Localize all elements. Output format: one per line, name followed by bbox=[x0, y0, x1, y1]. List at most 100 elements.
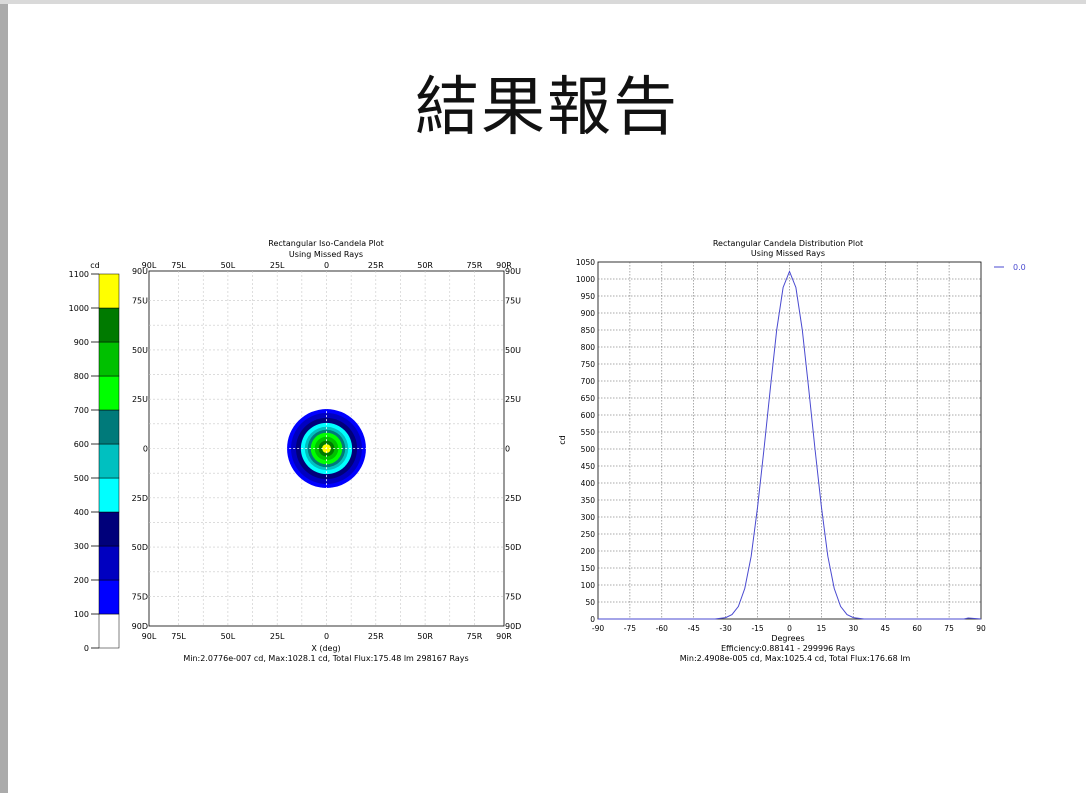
colorbar-tick-label: 700 bbox=[74, 406, 89, 415]
iso-y-tick-left-label: 50U bbox=[132, 346, 148, 355]
iso-y-tick-left-label: 50D bbox=[132, 543, 148, 552]
legend: 0.0 bbox=[994, 263, 1026, 272]
colorbar-tick-label: 800 bbox=[74, 372, 89, 381]
iso-x-tick-bottom-label: 75R bbox=[467, 632, 483, 641]
dist-y-tick-label: 400 bbox=[581, 479, 596, 488]
colorbar-band-1000 bbox=[98, 273, 120, 309]
dist-y-tick-label: 750 bbox=[581, 360, 596, 369]
dist-x-tick-label: 90 bbox=[976, 624, 986, 633]
dist-x-axis-label: Degrees bbox=[771, 634, 804, 643]
dist-y-tick-label: 350 bbox=[581, 496, 596, 505]
iso-x-tick-top-label: 50R bbox=[417, 261, 433, 270]
colorbar-tick-label: 400 bbox=[74, 508, 89, 517]
colorbar-band-600 bbox=[98, 409, 120, 445]
iso-y-tick-left-label: 75U bbox=[132, 297, 148, 306]
iso-chart-subtitle: Using Missed Rays bbox=[289, 250, 363, 259]
dist-chart-footer-efficiency: Efficiency:0.88141 - 299996 Rays bbox=[721, 644, 855, 653]
iso-x-tick-bottom-label: 90R bbox=[496, 632, 512, 641]
iso-x-ticks-bottom: 90L 75L 50L 25L 0 25R 50R 75R 90R bbox=[142, 632, 513, 641]
iso-y-tick-right-label: 50U bbox=[505, 346, 521, 355]
iso-y-tick-right-label: 25D bbox=[505, 494, 521, 503]
dist-x-ticks: -90 -75 -60 -45 -30 -15 0 15 30 45 60 75 90 bbox=[592, 624, 986, 633]
dist-y-tick-label: 600 bbox=[581, 411, 596, 420]
iso-x-tick-bottom-label: 25L bbox=[270, 632, 285, 641]
iso-x-tick-bottom-label: 90L bbox=[142, 632, 157, 641]
dist-x-tick-label: -60 bbox=[656, 624, 668, 633]
dist-chart-title: Rectangular Candela Distribution Plot bbox=[713, 239, 863, 248]
dist-y-tick-label: 250 bbox=[581, 530, 596, 539]
colorbar-label: cd bbox=[90, 261, 99, 270]
candela-distribution-chart: Rectangular Candela Distribution Plot Us… bbox=[558, 239, 1026, 663]
iso-y-tick-left-label: 90U bbox=[132, 267, 148, 276]
colorbar-band-0 bbox=[98, 613, 120, 649]
dist-y-tick-label: 800 bbox=[581, 343, 596, 352]
iso-x-tick-top-label: 0 bbox=[324, 261, 329, 270]
dist-x-tick-label: 0 bbox=[787, 624, 792, 633]
dist-x-tick-label: -30 bbox=[720, 624, 732, 633]
dist-x-tick-label: -15 bbox=[751, 624, 763, 633]
colorbar-band-800 bbox=[98, 341, 120, 377]
iso-x-tick-top-label: 25L bbox=[270, 261, 285, 270]
dist-y-tick-label: 100 bbox=[581, 581, 596, 590]
dist-x-tick-label: 30 bbox=[849, 624, 859, 633]
dist-y-tick-label: 500 bbox=[581, 445, 596, 454]
dist-x-tick-label: 75 bbox=[944, 624, 954, 633]
iso-y-tick-left-label: 75D bbox=[132, 592, 148, 601]
colorbar-band-700 bbox=[98, 375, 120, 411]
dist-x-tick-label: 15 bbox=[817, 624, 827, 633]
dist-y-tick-label: 900 bbox=[581, 309, 596, 318]
colorbar-band-100 bbox=[98, 579, 120, 615]
iso-y-tick-right-label: 90D bbox=[505, 622, 521, 631]
colorbar-band-200 bbox=[98, 545, 120, 581]
dist-y-tick-label: 300 bbox=[581, 513, 596, 522]
iso-x-ticks-top: 90L 75L 50L 25L 0 25R 50R 75R 90R bbox=[142, 261, 513, 270]
iso-x-tick-top-label: 75L bbox=[171, 261, 186, 270]
dist-y-tick-label: 150 bbox=[581, 564, 596, 573]
dist-chart-subtitle: Using Missed Rays bbox=[751, 249, 825, 258]
dist-y-tick-label: 850 bbox=[581, 326, 596, 335]
dist-y-tick-label: 450 bbox=[581, 462, 596, 471]
colorbar-band-400 bbox=[98, 477, 120, 513]
iso-y-tick-right-label: 90U bbox=[505, 267, 521, 276]
colorbar-tick-label: 900 bbox=[74, 338, 89, 347]
dist-y-tick-label: 200 bbox=[581, 547, 596, 556]
dist-y-tick-label: 550 bbox=[581, 428, 596, 437]
iso-y-tick-right-label: 50D bbox=[505, 543, 521, 552]
dist-y-tick-label: 650 bbox=[581, 394, 596, 403]
colorbar-tick-label: 200 bbox=[74, 576, 89, 585]
iso-y-tick-left-label: 25D bbox=[132, 494, 148, 503]
dist-y-tick-label: 1000 bbox=[576, 275, 595, 284]
colorbar-band-500 bbox=[98, 443, 120, 479]
iso-y-tick-right-label: 0 bbox=[505, 445, 510, 454]
dist-chart-footer-stats: Min:2.4908e-005 cd, Max:1025.4 cd, Total… bbox=[680, 654, 911, 663]
colorbar-band-300 bbox=[98, 511, 120, 547]
dist-y-tick-label: 1050 bbox=[576, 258, 595, 267]
iso-x-tick-bottom-label: 0 bbox=[324, 632, 329, 641]
colorbar-band-900 bbox=[98, 307, 120, 343]
legend-label-0.0: 0.0 bbox=[1013, 263, 1026, 272]
dist-x-tick-label: -90 bbox=[592, 624, 604, 633]
iso-x-tick-bottom-label: 75L bbox=[171, 632, 186, 641]
colorbar-tick-label: 100 bbox=[74, 610, 89, 619]
iso-y-tick-right-label: 75D bbox=[505, 592, 521, 601]
dist-x-tick-label: 60 bbox=[912, 624, 922, 633]
iso-x-tick-bottom-label: 25R bbox=[368, 632, 384, 641]
dist-y-tick-label: 50 bbox=[585, 598, 595, 607]
iso-x-tick-top-label: 75R bbox=[467, 261, 483, 270]
dist-y-ticks: 0 50 100 150 200 250 300 350 400 450 500 550 600 650 7… bbox=[576, 258, 595, 624]
iso-y-tick-left-label: 90D bbox=[132, 622, 148, 631]
colorbar-tick-label: 500 bbox=[74, 474, 89, 483]
dist-x-tick-label: -45 bbox=[688, 624, 700, 633]
colorbar: 0 100 200 300 400 500 600 700 800 900 1000 1100 bbox=[69, 270, 120, 653]
iso-x-tick-top-label: 25R bbox=[368, 261, 384, 270]
iso-y-tick-left-label: 25U bbox=[132, 395, 148, 404]
dist-y-axis-label: cd bbox=[558, 435, 567, 444]
dist-x-tick-label: -75 bbox=[624, 624, 636, 633]
iso-y-ticks-left: 90U 75U 50U 25U 0 25D 50D 75D 90D bbox=[132, 267, 148, 631]
colorbar-tick-label: 0 bbox=[84, 644, 89, 653]
colorbar-tick-label: 1000 bbox=[69, 304, 89, 313]
iso-y-ticks-right: 90U 75U 50U 25U 0 25D 50D 75D 90D bbox=[505, 267, 521, 631]
iso-y-tick-right-label: 25U bbox=[505, 395, 521, 404]
iso-candela-chart: Rectangular Iso-Candela Plot Using Misse… bbox=[69, 239, 522, 663]
iso-x-tick-top-label: 50L bbox=[221, 261, 236, 270]
